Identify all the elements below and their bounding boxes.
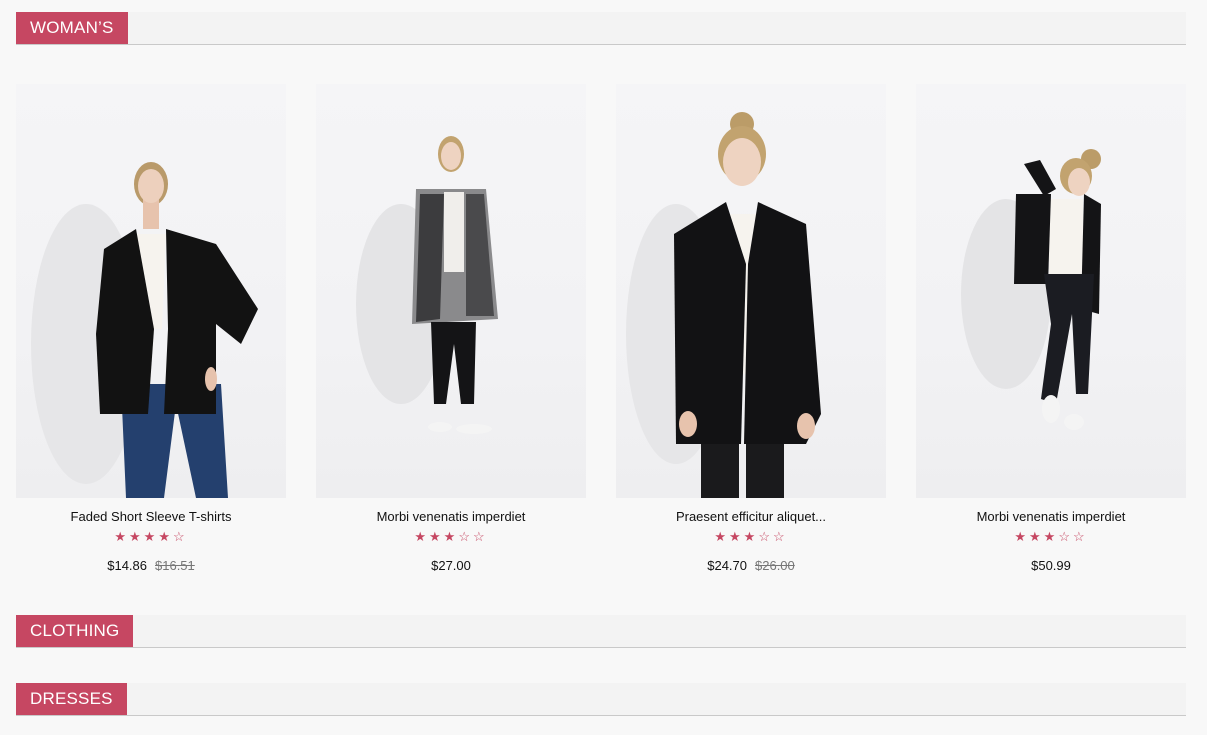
section-tab-dresses[interactable]: DRESSES (16, 683, 127, 715)
product-price: $24.70 (707, 558, 747, 573)
product-prices: $24.70 $26.00 (616, 558, 886, 573)
product-name[interactable]: Morbi venenatis imperdiet (316, 509, 586, 524)
star-filled-icon: ★ (743, 529, 759, 544)
section-bar: DRESSES (16, 683, 1186, 716)
section-tab-clothing[interactable]: CLOTHING (16, 615, 134, 647)
product-prices: $50.99 (916, 558, 1186, 573)
product-rating: ★★★☆☆ (916, 529, 1186, 545)
section-bar: CLOTHING (16, 615, 1186, 648)
model-figure (31, 162, 258, 498)
product-name[interactable]: Faded Short Sleeve T-shirts (16, 509, 286, 524)
star-filled-icon: ★ (129, 529, 144, 544)
product-rating: ★★★☆☆ (616, 529, 886, 545)
model-figure (626, 112, 821, 498)
star-filled-icon: ★ (729, 529, 744, 544)
product-price: $14.86 (107, 558, 147, 573)
star-empty-icon: ☆ (758, 529, 773, 544)
star-empty-icon: ☆ (458, 529, 473, 544)
product-card[interactable]: Morbi venenatis imperdiet ★★★☆☆ $50.99 (916, 84, 1186, 584)
product-name[interactable]: Praesent efficitur aliquet... (616, 509, 886, 524)
product-rating: ★★★★☆ (16, 529, 286, 545)
model-figure (961, 149, 1101, 430)
product-image[interactable] (316, 84, 586, 498)
star-empty-icon: ☆ (172, 529, 188, 544)
star-filled-icon: ★ (414, 529, 430, 544)
star-empty-icon: ☆ (472, 529, 488, 544)
star-filled-icon: ★ (114, 529, 130, 544)
product-price: $50.99 (1031, 558, 1071, 573)
product-image[interactable] (16, 84, 286, 498)
product-rating: ★★★☆☆ (316, 529, 586, 545)
star-filled-icon: ★ (1029, 529, 1044, 544)
star-filled-icon: ★ (1014, 529, 1030, 544)
product-image[interactable] (916, 84, 1186, 498)
product-old-price: $16.51 (155, 558, 195, 573)
product-image[interactable] (616, 84, 886, 498)
star-filled-icon: ★ (1043, 529, 1059, 544)
section-clothing: CLOTHING (16, 615, 1186, 648)
star-filled-icon: ★ (443, 529, 459, 544)
section-tab-womans[interactable]: WOMAN’S (16, 12, 128, 44)
section-womans: WOMAN’S (16, 12, 1186, 45)
star-filled-icon: ★ (143, 529, 159, 544)
section-bar: WOMAN’S (16, 12, 1186, 45)
star-filled-icon: ★ (429, 529, 444, 544)
product-prices: $14.86 $16.51 (16, 558, 286, 573)
product-price: $27.00 (431, 558, 471, 573)
product-card[interactable]: Morbi venenatis imperdiet ★★★☆☆ $27.00 (316, 84, 586, 584)
product-old-price: $26.00 (755, 558, 795, 573)
star-empty-icon: ☆ (1072, 529, 1088, 544)
star-filled-icon: ★ (714, 529, 730, 544)
product-grid: Faded Short Sleeve T-shirts ★★★★☆ $14.86… (16, 84, 1186, 584)
product-name[interactable]: Morbi venenatis imperdiet (916, 509, 1186, 524)
product-card[interactable]: Faded Short Sleeve T-shirts ★★★★☆ $14.86… (16, 84, 286, 584)
star-empty-icon: ☆ (1058, 529, 1073, 544)
model-figure (356, 136, 498, 434)
product-card[interactable]: Praesent efficitur aliquet... ★★★☆☆ $24.… (616, 84, 886, 584)
star-filled-icon: ★ (158, 529, 173, 544)
product-prices: $27.00 (316, 558, 586, 573)
section-dresses: DRESSES (16, 683, 1186, 716)
star-empty-icon: ☆ (772, 529, 788, 544)
